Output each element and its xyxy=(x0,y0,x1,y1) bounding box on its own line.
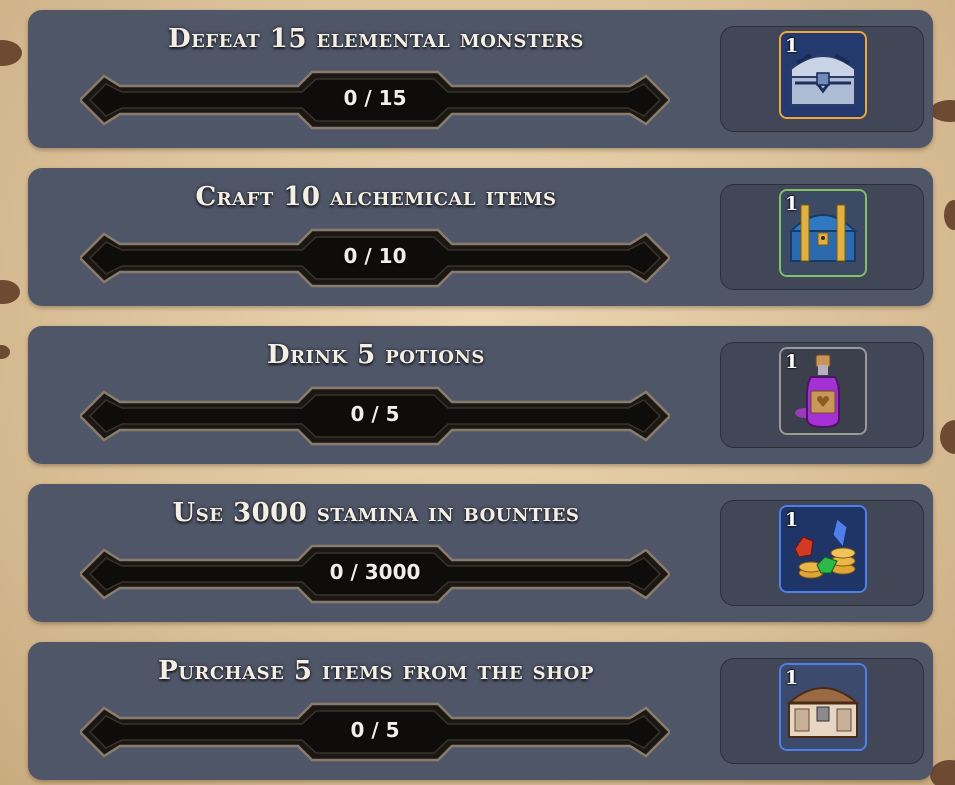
quest-progress-bar: 0 / 15 xyxy=(80,62,670,138)
quest-card: Purchase 5 items from the shop 0 / 5 1 xyxy=(28,642,933,780)
reward-slot: 1 xyxy=(720,26,924,132)
quest-title: Purchase 5 items from the shop xyxy=(158,656,594,686)
reward-item[interactable]: 1 xyxy=(779,189,867,277)
quest-title: Craft 10 alchemical items xyxy=(195,182,557,212)
quest-card: Craft 10 alchemical items 0 / 10 1 xyxy=(28,168,933,306)
reward-item[interactable]: 1 xyxy=(779,663,867,751)
background-fleck xyxy=(0,280,20,304)
reward-slot: 1 xyxy=(720,658,924,764)
progress-text: 0 / 15 xyxy=(343,86,407,110)
reward-slot: 1 xyxy=(720,500,924,606)
background-fleck xyxy=(944,200,955,230)
background-fleck xyxy=(930,100,955,122)
background-fleck xyxy=(930,760,955,785)
reward-item[interactable]: 1 xyxy=(779,347,867,435)
quest-title: Use 3000 stamina in bounties xyxy=(172,498,580,528)
progress-text: 0 / 5 xyxy=(350,402,400,426)
quest-card: Defeat 15 elemental monsters 0 / 15 1 xyxy=(28,10,933,148)
progress-text: 0 / 5 xyxy=(350,718,400,742)
quest-progress-bar: 0 / 3000 xyxy=(80,536,670,612)
quest-title: Drink 5 potions xyxy=(267,340,485,370)
quest-card: Drink 5 potions 0 / 5 1 xyxy=(28,326,933,464)
reward-count: 1 xyxy=(785,193,799,215)
reward-count: 1 xyxy=(785,351,799,373)
background-fleck xyxy=(0,40,22,66)
quest-card: Use 3000 stamina in bounties 0 / 3000 1 xyxy=(28,484,933,622)
reward-item[interactable]: 1 xyxy=(779,31,867,119)
reward-count: 1 xyxy=(785,667,799,689)
background-fleck xyxy=(940,420,955,454)
progress-text: 0 / 3000 xyxy=(329,560,421,584)
background-fleck xyxy=(0,345,10,359)
quest-progress-bar: 0 / 10 xyxy=(80,220,670,296)
reward-count: 1 xyxy=(785,35,799,57)
quest-progress-bar: 0 / 5 xyxy=(80,694,670,770)
reward-slot: 1 xyxy=(720,342,924,448)
quest-progress-bar: 0 / 5 xyxy=(80,378,670,454)
reward-slot: 1 xyxy=(720,184,924,290)
progress-text: 0 / 10 xyxy=(343,244,407,268)
reward-count: 1 xyxy=(785,509,799,531)
quest-title: Defeat 15 elemental monsters xyxy=(168,24,584,54)
reward-item[interactable]: 1 xyxy=(779,505,867,593)
